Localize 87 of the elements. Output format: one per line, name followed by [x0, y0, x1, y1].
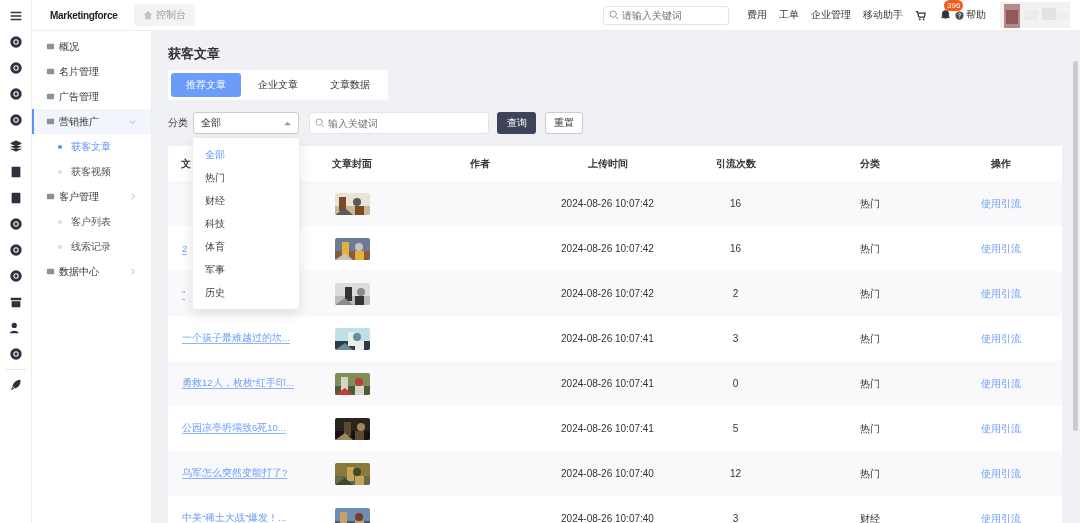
table-cell-text: 12 — [728, 468, 743, 479]
home-icon — [143, 10, 153, 20]
sidebar-item[interactable]: 营销推广 — [32, 109, 151, 134]
table-cell-text: 2024-08-26 10:07:41 — [560, 423, 655, 434]
breadcrumb-label: 控制台 — [156, 8, 186, 22]
column-header: 作者 — [469, 156, 491, 171]
sidebar-subitem[interactable]: 线索记录 — [32, 234, 151, 259]
column-header: 文 — [180, 156, 192, 171]
header-link[interactable]: 费用 — [747, 8, 767, 22]
table-cell-text: 热门 — [859, 286, 881, 301]
table-cell-text: 热门 — [859, 376, 881, 391]
menu-icon[interactable] — [8, 9, 23, 23]
sidebar-item[interactable]: 名片管理 — [32, 59, 151, 84]
table-cell-text: 热门 — [859, 241, 881, 256]
search-field[interactable]: 请输入关键词 — [603, 5, 729, 25]
table-cell-text: 0 — [731, 378, 740, 389]
table-cell-text: 16 — [728, 243, 743, 254]
caret-icon — [284, 120, 291, 126]
chevron-icon — [128, 267, 137, 276]
table-cell-text: 热门 — [859, 421, 881, 436]
table-cell-text: 2024-08-26 10:07:40 — [560, 513, 655, 523]
tab[interactable]: 企业文章 — [243, 73, 313, 97]
column-header: 操作 — [990, 156, 1012, 171]
header-link[interactable]: 企业管理 — [811, 8, 851, 22]
menu-item-icon — [46, 42, 55, 51]
dropdown-option[interactable]: 财经 — [193, 189, 299, 212]
menu-item-icon — [46, 117, 55, 126]
reset-button[interactable]: 重置 — [545, 112, 583, 134]
menu-item-icon — [46, 267, 55, 276]
sidebar-subitem[interactable]: 获客视频 — [32, 159, 151, 184]
logo: Marketingforce — [50, 9, 118, 21]
sidebar-item[interactable]: 概况 — [32, 34, 151, 59]
table-cell-text: 热门 — [859, 466, 881, 481]
keyword-field[interactable]: 输入关键词 — [309, 112, 489, 134]
dropdown-option[interactable]: 科技 — [193, 212, 299, 235]
table-cell-text: 热门 — [859, 196, 881, 211]
search-input[interactable]: 请输入关键词 — [622, 9, 723, 21]
store-icon[interactable] — [8, 295, 23, 309]
menu-item-icon — [46, 92, 55, 101]
cart-icon[interactable] — [915, 9, 926, 21]
notification-badge: 396 — [944, 0, 964, 11]
menu-item-icon — [46, 192, 55, 201]
table-cell-text: 3 — [731, 513, 740, 523]
help-icon — [955, 10, 964, 20]
search-icon — [609, 10, 619, 20]
tab[interactable]: 文章数据 — [315, 73, 385, 97]
table-cell-text: 热门 — [859, 331, 881, 346]
table-cell-text: 5 — [731, 423, 740, 434]
sidebar-item[interactable]: 客户管理 — [32, 184, 151, 209]
sidebar-item[interactable]: 广告管理 — [32, 84, 151, 109]
avatar[interactable] — [1000, 2, 1070, 28]
table-cell-text: 2024-08-26 10:07:42 — [560, 198, 655, 209]
filter-label: 分类 — [168, 116, 188, 130]
table-cell-text: 2024-08-26 10:07:41 — [560, 333, 655, 344]
menu-item-icon — [46, 67, 55, 76]
table-cell-text: 2024-08-26 10:07:42 — [560, 243, 655, 254]
category-select[interactable]: 全部 — [193, 112, 299, 134]
sidebar-item[interactable]: 数据中心 — [32, 259, 151, 284]
dropdown-option[interactable]: 历史 — [193, 281, 299, 304]
chevron-icon — [128, 117, 137, 126]
query-button[interactable]: 查询 — [497, 112, 536, 134]
dropdown-option[interactable]: 体育 — [193, 235, 299, 258]
header-link[interactable]: 工单 — [779, 8, 799, 22]
table-cell-text: 2024-08-26 10:07:40 — [560, 468, 655, 479]
rocket-icon[interactable] — [8, 378, 23, 392]
scrollbar-thumb[interactable] — [1072, 61, 1078, 431]
dropdown-option[interactable]: 热门 — [193, 166, 299, 189]
bell-icon[interactable] — [940, 8, 951, 20]
dropdown-option[interactable]: 军事 — [193, 258, 299, 281]
help-link[interactable]: 帮助 — [955, 8, 986, 22]
table-cell-text: 2024-08-26 10:07:41 — [560, 378, 655, 389]
table-cell-text: 2 — [731, 288, 740, 299]
column-header: 上传时间 — [586, 156, 629, 171]
table-cell-text: 16 — [728, 198, 743, 209]
keyword-input[interactable]: 输入关键词 — [328, 117, 483, 129]
header-link[interactable]: 移动助手 — [863, 8, 903, 22]
table-cell-text: 3 — [731, 333, 740, 344]
layers-icon[interactable] — [8, 139, 23, 153]
search-icon — [315, 118, 325, 128]
sidebar-subitem[interactable]: 客户列表 — [32, 209, 151, 234]
table-cell-text: 财经 — [859, 511, 881, 523]
column-header: 分类 — [859, 156, 881, 171]
page-title: 获客文章 — [168, 45, 221, 63]
chevron-icon — [128, 192, 137, 201]
table-cell-text: 2024-08-26 10:07:42 — [560, 288, 655, 299]
column-header: 引流次数 — [714, 156, 757, 171]
column-header: 文章封面 — [331, 156, 373, 171]
